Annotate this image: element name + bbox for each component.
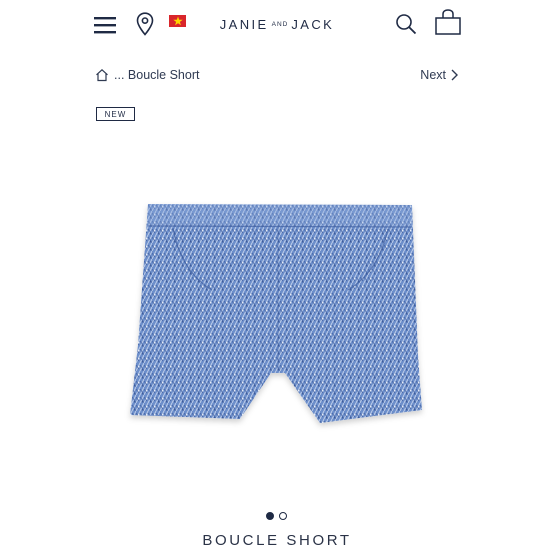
breadcrumb-ellipsis[interactable]: ... <box>114 68 124 82</box>
new-badge: NEW <box>96 107 135 121</box>
next-label: Next <box>420 68 446 82</box>
product-title: BOUCLE SHORT <box>202 532 352 549</box>
breadcrumb-current: Boucle Short <box>127 68 200 82</box>
carousel-dot-2[interactable] <box>279 512 287 520</box>
chevron-right-icon <box>451 69 458 81</box>
image-carousel-dots <box>266 512 287 520</box>
hamburger-menu-icon[interactable] <box>92 12 118 38</box>
search-icon[interactable] <box>393 11 419 37</box>
brand-logo[interactable]: JANIE AND JACK <box>200 14 354 34</box>
location-pin-icon[interactable] <box>134 11 156 37</box>
breadcrumb: ... Boucle Short <box>95 66 199 84</box>
home-icon[interactable] <box>95 68 109 82</box>
next-product-link[interactable]: Next <box>420 66 458 84</box>
boucle-shorts-illustration <box>130 204 422 423</box>
logo-text-jack: JACK <box>291 16 335 32</box>
site-header: JANIE AND JACK <box>0 0 554 48</box>
carousel-dot-1[interactable] <box>266 512 274 520</box>
vietnam-flag-icon[interactable] <box>169 15 186 27</box>
shopping-bag-icon[interactable] <box>433 8 463 36</box>
product-image[interactable] <box>120 195 436 435</box>
logo-text-janie: JANIE <box>219 16 269 32</box>
logo-text-and: AND <box>271 20 289 28</box>
